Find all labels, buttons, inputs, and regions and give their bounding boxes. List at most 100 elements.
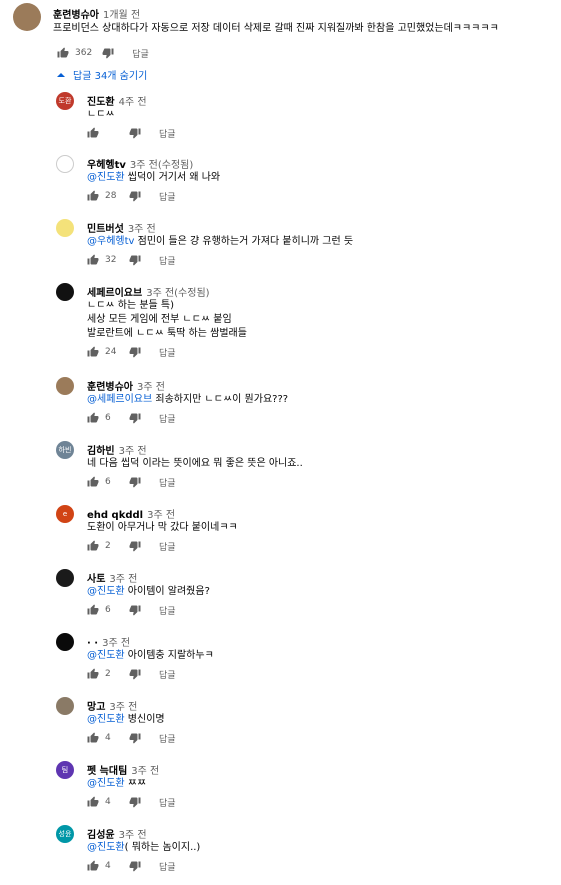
mention-link[interactable]: @진도환 (87, 714, 125, 725)
thumbs-down-icon[interactable] (129, 254, 141, 266)
thumbs-up-icon[interactable] (87, 668, 99, 680)
comment-author[interactable]: 망고 3주 전 (87, 698, 137, 713)
thumbs-up-icon[interactable] (87, 604, 99, 616)
comment-actions: 28 답글 (87, 189, 176, 203)
reply-button[interactable]: 답글 (159, 732, 176, 745)
mention-link[interactable]: @진도환 (87, 650, 125, 661)
author-name[interactable]: 훈련병슈아 (53, 10, 99, 21)
thumbs-down-icon[interactable] (129, 860, 141, 872)
reply-button[interactable]: 답글 (159, 668, 176, 681)
thumbs-down-icon[interactable] (129, 732, 141, 744)
comment-text: 발로란트에 ㄴㄷㅆ 툭딱 하는 쌈벌래들 (87, 328, 247, 339)
thumbs-down-icon[interactable] (129, 476, 141, 488)
like-count: 2 (105, 541, 111, 551)
thumbs-up-icon[interactable] (87, 190, 99, 202)
reply-button[interactable]: 답글 (159, 796, 176, 809)
reply-button[interactable]: 답글 (159, 190, 176, 203)
avatar-initials: 도환 (58, 97, 72, 105)
mention-link[interactable]: @진도환 (87, 172, 125, 183)
reply-button[interactable]: 답글 (159, 254, 176, 267)
like-count: 2 (105, 669, 111, 679)
comment-text-line: 병신이명 (124, 714, 165, 725)
comment-time[interactable]: 4주 전 (119, 97, 147, 108)
thumbs-up-icon[interactable] (87, 127, 99, 139)
hide-replies-toggle[interactable]: 답글 34개 숨기기 (57, 67, 147, 82)
thumbs-up-icon[interactable] (87, 412, 99, 424)
thumbs-up-icon[interactable] (87, 860, 99, 872)
comment-text: @진도환( 뭐하는 놈이지..) (87, 840, 200, 855)
reply-button[interactable]: 답글 (159, 860, 176, 873)
avatar[interactable]: e (56, 505, 74, 523)
reply-button[interactable]: 답글 (159, 476, 176, 489)
thumbs-up-icon[interactable] (87, 796, 99, 808)
avatar[interactable] (56, 697, 74, 715)
thumbs-up-icon[interactable] (87, 346, 99, 358)
avatar[interactable]: 도환 (56, 92, 74, 110)
reply-button[interactable]: 답글 (132, 47, 149, 60)
comment-text: 프로비던스 상대하다가 자동으로 저장 데이터 삭제로 갈때 진짜 지워질까봐 … (53, 23, 499, 34)
comment-text-line: 죄송하지만 ㄴㄷㅆ이 뭔가요??? (152, 394, 289, 405)
reply-button[interactable]: 답글 (159, 540, 176, 553)
avatar[interactable] (56, 155, 74, 173)
comment-author[interactable]: 사토 3주 전 (87, 570, 137, 585)
mention-link[interactable]: @진도환 (87, 586, 125, 597)
thumbs-down-icon[interactable] (129, 540, 141, 552)
comment-author[interactable]: 세페르이요브 3주 전(수정됨) (87, 284, 210, 299)
comment-author[interactable]: · · 3주 전 (87, 634, 130, 649)
comment-author[interactable]: 진도환 4주 전 (87, 93, 147, 108)
comment-actions: 362 답글 (57, 46, 149, 60)
comment-text: ㄴㄷㅆ 하는 분들 특) (87, 300, 175, 311)
thumbs-down-icon[interactable] (102, 47, 114, 59)
comment-author[interactable]: 훈련병슈아 1개월 전 (53, 6, 140, 21)
mention-link[interactable]: @세페르이요브 (87, 394, 152, 405)
like-count: 362 (75, 48, 93, 58)
comment-author[interactable]: 김하빈 3주 전 (87, 442, 147, 457)
comment-text-line: ( 뭐하는 놈이지..) (124, 842, 201, 853)
avatar[interactable]: 팀 (56, 761, 74, 779)
thumbs-up-icon[interactable] (87, 732, 99, 744)
thumbs-down-icon[interactable] (129, 346, 141, 358)
reply-button[interactable]: 답글 (159, 346, 176, 359)
avatar-initials: 성윤 (58, 830, 72, 838)
comment-author[interactable]: 우헤헹tv 3주 전(수정됨) (87, 156, 193, 171)
thumbs-down-icon[interactable] (129, 127, 141, 139)
reply-button[interactable]: 답글 (159, 412, 176, 425)
avatar[interactable]: 성윤 (56, 825, 74, 843)
thumbs-down-icon[interactable] (129, 412, 141, 424)
comment-actions: 32 답글 (87, 253, 176, 267)
thumbs-up-icon[interactable] (57, 47, 69, 59)
avatar[interactable]: 하빈 (56, 441, 74, 459)
comment-text: @진도환 아이템충 지랄하누ㅋ (87, 648, 214, 663)
avatar[interactable] (56, 633, 74, 651)
mention-link[interactable]: @진도환 (87, 778, 125, 789)
toggle-label[interactable]: 답글 34개 숨기기 (73, 67, 147, 82)
thumbs-up-icon[interactable] (87, 254, 99, 266)
mention-link[interactable]: @우헤헹tv (87, 236, 134, 247)
comment-author[interactable]: 김성윤 3주 전 (87, 826, 147, 841)
comment-actions: 2 답글 (87, 667, 176, 681)
reply-button[interactable]: 답글 (159, 604, 176, 617)
comment-author[interactable]: 훈련병슈아 3주 전 (87, 378, 165, 393)
avatar-initials: e (62, 510, 68, 518)
avatar[interactable] (56, 283, 74, 301)
avatar[interactable] (56, 377, 74, 395)
comment-author[interactable]: ehd qkddl 3주 전 (87, 506, 175, 521)
mention-link[interactable]: @진도환 (87, 842, 125, 853)
thumbs-down-icon[interactable] (129, 796, 141, 808)
comment-time[interactable]: 1개월 전 (103, 10, 140, 21)
comment-author[interactable]: 펫 늑대팀 3주 전 (87, 762, 159, 777)
comment-actions: 4 답글 (87, 731, 176, 745)
avatar[interactable] (13, 3, 41, 31)
avatar[interactable] (56, 569, 74, 587)
avatar[interactable] (56, 219, 74, 237)
comment-text: 네 다음 씹덕 이라는 뜻이에요 뭐 좋은 뜻은 아니죠.. (87, 458, 303, 469)
comment-text-line: 아이템이 알려줬음? (124, 586, 210, 597)
thumbs-down-icon[interactable] (129, 604, 141, 616)
thumbs-down-icon[interactable] (129, 190, 141, 202)
thumbs-up-icon[interactable] (87, 540, 99, 552)
comment-author[interactable]: 민트버섯 3주 전 (87, 220, 156, 235)
thumbs-up-icon[interactable] (87, 476, 99, 488)
thumbs-down-icon[interactable] (129, 668, 141, 680)
reply-button[interactable]: 답글 (159, 127, 176, 140)
comment-text: @세페르이요브 죄송하지만 ㄴㄷㅆ이 뭔가요??? (87, 392, 288, 407)
